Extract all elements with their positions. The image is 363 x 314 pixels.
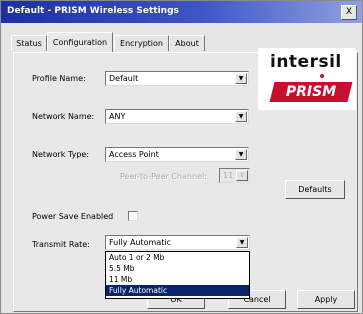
chevron-down-icon[interactable]: ▼ (235, 111, 247, 122)
tab-configuration[interactable]: Configuration (47, 32, 113, 52)
ad-hoc-channel-value: 11 (223, 171, 234, 180)
spinner-arrows-icon: ⇕ (236, 170, 248, 181)
transmit-rate-option[interactable]: 5.5 Mb (106, 263, 249, 274)
close-icon: X (345, 7, 353, 17)
network-name-label: Network Name: (32, 112, 95, 121)
logo-brand: intersil (270, 52, 342, 72)
transmit-rate-option[interactable]: 11 Mb (106, 274, 249, 285)
logo-product: PRISM (285, 84, 337, 100)
tab-about[interactable]: About (169, 35, 205, 51)
transmit-rate-select[interactable]: Fully Automatic ▼ (105, 235, 250, 250)
transmit-rate-option-selected[interactable]: Fully Automatic (106, 285, 249, 296)
tab-encryption[interactable]: Encryption (114, 35, 169, 51)
tab-about-label: About (175, 39, 199, 48)
logo-product-badge: PRISM (269, 82, 353, 102)
logo-dot (320, 74, 324, 78)
window-title: Default - PRISM Wireless Settings (7, 6, 179, 16)
defaults-button-label: Defaults (298, 185, 332, 194)
apply-button[interactable]: Apply (297, 290, 355, 309)
profile-name-value: Default (109, 74, 139, 83)
transmit-rate-dropdown-list: Auto 1 or 2 Mb 5.5 Mb 11 Mb Fully Automa… (105, 251, 250, 299)
network-type-label: Network Type: (32, 150, 90, 159)
tab-status-label: Status (16, 39, 42, 48)
apply-button-label: Apply (314, 295, 338, 304)
intersil-prism-logo: intersil PRISM (258, 48, 356, 110)
transmit-rate-option[interactable]: Auto 1 or 2 Mb (106, 252, 249, 263)
profile-name-label: Profile Name: (32, 74, 86, 83)
network-name-select[interactable]: ANY ▼ (105, 109, 249, 124)
chevron-down-icon[interactable]: ▼ (235, 73, 247, 84)
settings-window: Default - PRISM Wireless Settings X Stat… (0, 0, 363, 314)
ad-hoc-channel-spinner: 11 ⇕ (219, 168, 250, 183)
ad-hoc-channel-label: Peer-to-Peer Channel: (120, 172, 207, 181)
chevron-down-icon[interactable]: ▼ (236, 237, 248, 248)
tab-encryption-label: Encryption (120, 39, 163, 48)
chevron-down-icon[interactable]: ▼ (235, 149, 247, 160)
power-save-label: Power Save Enabled (32, 212, 114, 221)
title-bar[interactable]: Default - PRISM Wireless Settings X (1, 1, 362, 23)
profile-name-select[interactable]: Default ▼ (105, 71, 249, 86)
network-name-value: ANY (109, 112, 126, 121)
tab-status[interactable]: Status (11, 35, 47, 51)
transmit-rate-label: Transmit Rate: (32, 240, 90, 249)
tab-configuration-label: Configuration (52, 38, 108, 47)
network-type-value: Access Point (109, 150, 159, 159)
power-save-checkbox[interactable] (128, 211, 138, 221)
close-button[interactable]: X (341, 5, 357, 20)
defaults-button[interactable]: Defaults (285, 180, 345, 199)
network-type-select[interactable]: Access Point ▼ (105, 147, 249, 162)
transmit-rate-value: Fully Automatic (109, 238, 171, 247)
